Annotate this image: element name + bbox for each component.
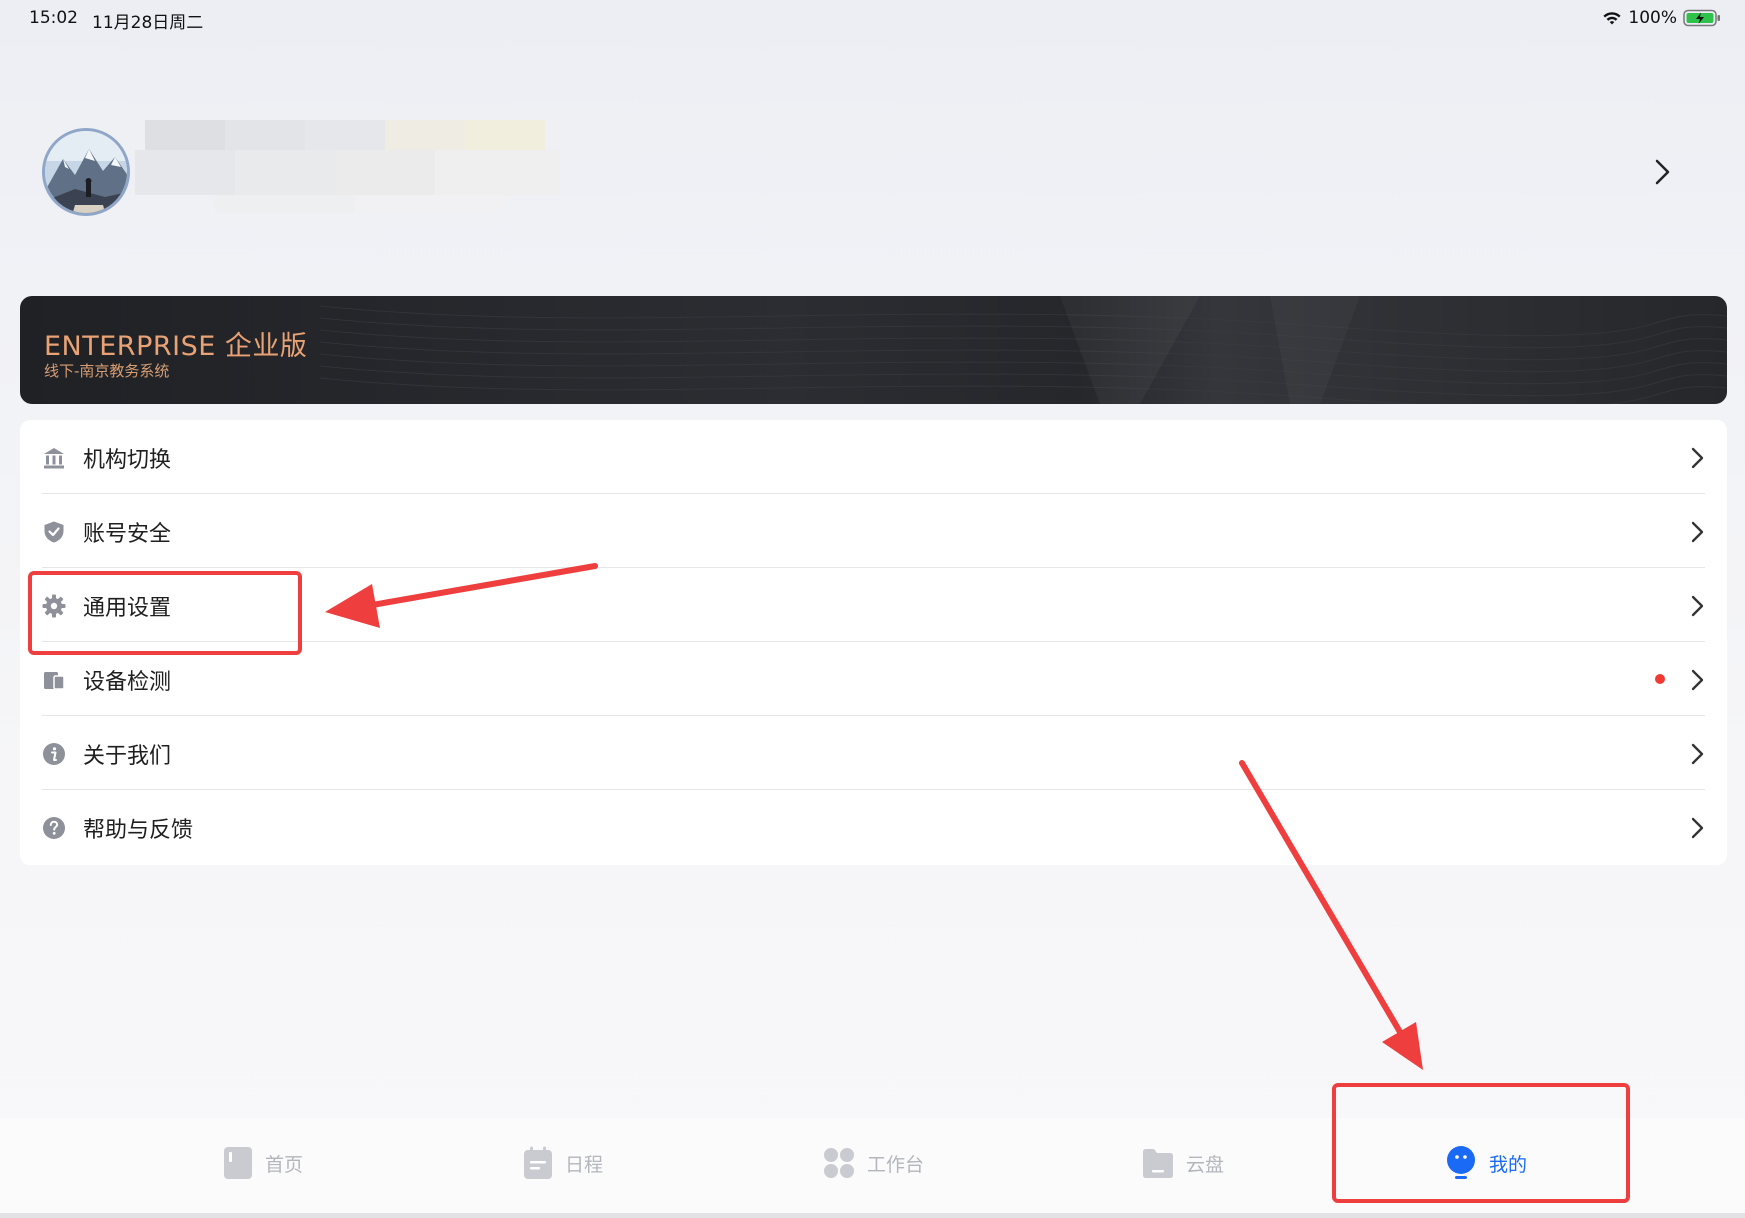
menu-item-institution-switch[interactable]: 机构切换 (20, 420, 1727, 494)
chevron-right-icon (1691, 743, 1704, 765)
notification-dot (1655, 674, 1665, 684)
info-icon (43, 743, 65, 765)
tab-label: 日程 (565, 1153, 604, 1176)
menu-item-help-feedback[interactable]: 帮助与反馈 (20, 790, 1727, 864)
status-indicators: 100% (1602, 8, 1721, 28)
chevron-right-icon (1691, 595, 1704, 617)
menu-item-label: 设备检测 (83, 670, 172, 695)
tab-schedule[interactable]: 日程 (523, 1138, 603, 1188)
avatar[interactable] (42, 128, 130, 216)
institution-icon (44, 448, 64, 469)
home-icon (224, 1147, 252, 1179)
folder-icon (1143, 1149, 1173, 1178)
tab-label: 首页 (265, 1153, 304, 1176)
workbench-icon (824, 1148, 854, 1178)
device-icon (44, 672, 65, 690)
enterprise-subtitle: 线下-南京教务系统 (44, 362, 170, 380)
battery-charging-icon (1683, 9, 1720, 27)
menu-item-label: 关于我们 (83, 744, 172, 769)
menu-item-account-security[interactable]: 账号安全 (20, 494, 1727, 568)
chevron-right-icon (1691, 521, 1704, 543)
menu-item-label: 帮助与反馈 (83, 818, 194, 843)
profile-header[interactable] (0, 110, 1745, 240)
enterprise-banner[interactable]: ENTERPRISE 企业版 线下-南京教务系统 (20, 296, 1727, 404)
tabbar-bottom-edge (0, 1213, 1745, 1218)
chevron-right-icon (1691, 447, 1704, 469)
tab-label: 工作台 (867, 1153, 925, 1176)
status-date: 11月28日周二 (92, 13, 204, 33)
chevron-right-icon (1691, 669, 1704, 691)
tab-workbench[interactable]: 工作台 (823, 1138, 924, 1188)
help-icon (43, 817, 65, 839)
chevron-right-icon[interactable] (1650, 158, 1674, 186)
status-time: 15:02 (29, 8, 78, 28)
tab-home[interactable]: 首页 (223, 1138, 303, 1188)
tab-label: 云盘 (1186, 1153, 1225, 1176)
status-bar: 15:02 11月28日周二 100% (0, 0, 1745, 38)
shield-icon (44, 521, 64, 543)
chevron-right-icon (1691, 817, 1704, 839)
tab-cloud-drive[interactable]: 云盘 (1142, 1138, 1224, 1188)
menu-item-about-us[interactable]: 关于我们 (20, 716, 1727, 790)
annotation-box-mine-tab (1332, 1083, 1630, 1203)
battery-percent: 100% (1628, 8, 1677, 28)
blurred-user-info (135, 120, 570, 215)
enterprise-title: ENTERPRISE 企业版 (44, 331, 308, 362)
menu-item-label: 机构切换 (83, 448, 172, 473)
avatar-mountain-photo (45, 131, 127, 213)
menu-item-label: 账号安全 (83, 522, 172, 547)
calendar-icon (524, 1146, 552, 1179)
annotation-box-general-settings (28, 571, 302, 655)
wifi-icon (1603, 12, 1621, 25)
